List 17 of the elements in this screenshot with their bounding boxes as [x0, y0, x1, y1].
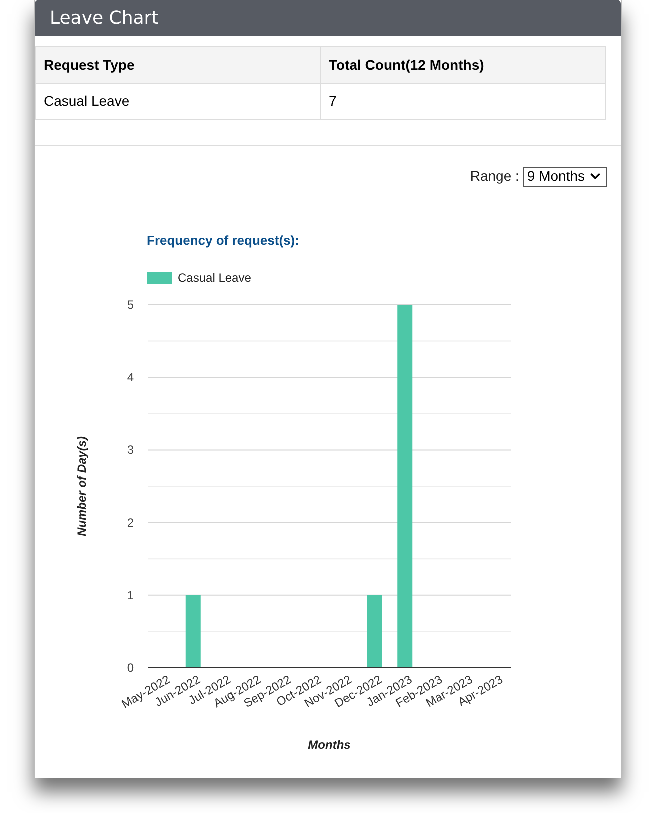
y-axis-title: Number of Day(s) — [75, 436, 89, 536]
range-select[interactable]: 9 Months — [523, 166, 607, 186]
y-tick-label: 5 — [127, 298, 134, 312]
panel-title: Leave Chart — [50, 6, 159, 30]
y-tick-label: 0 — [127, 661, 134, 675]
y-tick-label: 3 — [127, 443, 134, 458]
y-tick-label: 1 — [127, 588, 134, 602]
x-axis-title: Months — [308, 738, 351, 752]
table-cell: Casual Leave — [36, 84, 320, 120]
column-header: Request Type — [36, 46, 320, 84]
legend-label: Casual Leave — [178, 271, 252, 285]
y-tick-label: 4 — [127, 370, 134, 385]
column-header: Total Count(12 Months) — [320, 46, 606, 84]
table-cell: 7 — [320, 84, 606, 120]
y-tick-label: 2 — [127, 516, 134, 530]
chart-title: Frequency of request(s): — [147, 233, 300, 248]
range-label: Range : — [470, 167, 520, 186]
